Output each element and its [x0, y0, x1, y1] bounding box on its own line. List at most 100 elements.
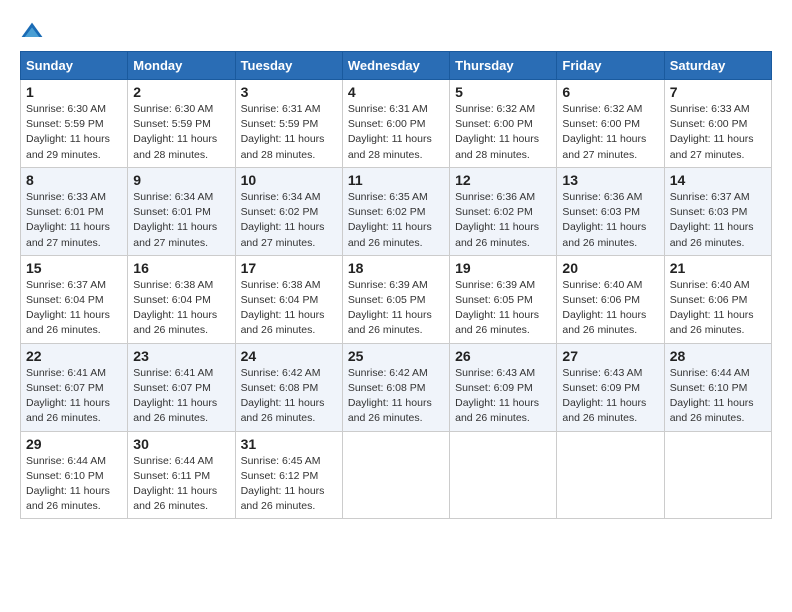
calendar-cell: 22 Sunrise: 6:41 AMSunset: 6:07 PMDaylig… — [21, 343, 128, 431]
calendar-cell: 1 Sunrise: 6:30 AMSunset: 5:59 PMDayligh… — [21, 80, 128, 168]
day-number: 26 — [455, 348, 551, 364]
calendar-cell: 23 Sunrise: 6:41 AMSunset: 6:07 PMDaylig… — [128, 343, 235, 431]
calendar-header-row: SundayMondayTuesdayWednesdayThursdayFrid… — [21, 52, 772, 80]
calendar-table: SundayMondayTuesdayWednesdayThursdayFrid… — [20, 51, 772, 519]
calendar-cell: 9 Sunrise: 6:34 AMSunset: 6:01 PMDayligh… — [128, 167, 235, 255]
day-info: Sunrise: 6:30 AMSunset: 5:59 PMDaylight:… — [26, 103, 110, 161]
calendar-cell: 16 Sunrise: 6:38 AMSunset: 6:04 PMDaylig… — [128, 255, 235, 343]
day-number: 16 — [133, 260, 229, 276]
calendar-cell: 30 Sunrise: 6:44 AMSunset: 6:11 PMDaylig… — [128, 431, 235, 519]
calendar-cell: 29 Sunrise: 6:44 AMSunset: 6:10 PMDaylig… — [21, 431, 128, 519]
day-info: Sunrise: 6:33 AMSunset: 6:01 PMDaylight:… — [26, 191, 110, 249]
day-info: Sunrise: 6:44 AMSunset: 6:11 PMDaylight:… — [133, 455, 217, 513]
calendar-week-row: 22 Sunrise: 6:41 AMSunset: 6:07 PMDaylig… — [21, 343, 772, 431]
calendar-cell: 14 Sunrise: 6:37 AMSunset: 6:03 PMDaylig… — [664, 167, 771, 255]
day-number: 4 — [348, 84, 444, 100]
calendar-cell: 31 Sunrise: 6:45 AMSunset: 6:12 PMDaylig… — [235, 431, 342, 519]
day-info: Sunrise: 6:30 AMSunset: 5:59 PMDaylight:… — [133, 103, 217, 161]
calendar-cell: 4 Sunrise: 6:31 AMSunset: 6:00 PMDayligh… — [342, 80, 449, 168]
day-number: 8 — [26, 172, 122, 188]
day-number: 7 — [670, 84, 766, 100]
calendar-week-row: 29 Sunrise: 6:44 AMSunset: 6:10 PMDaylig… — [21, 431, 772, 519]
day-info: Sunrise: 6:39 AMSunset: 6:05 PMDaylight:… — [348, 279, 432, 337]
day-info: Sunrise: 6:33 AMSunset: 6:00 PMDaylight:… — [670, 103, 754, 161]
calendar-cell: 11 Sunrise: 6:35 AMSunset: 6:02 PMDaylig… — [342, 167, 449, 255]
day-info: Sunrise: 6:36 AMSunset: 6:03 PMDaylight:… — [562, 191, 646, 249]
calendar-week-row: 1 Sunrise: 6:30 AMSunset: 5:59 PMDayligh… — [21, 80, 772, 168]
day-number: 13 — [562, 172, 658, 188]
calendar-cell: 26 Sunrise: 6:43 AMSunset: 6:09 PMDaylig… — [450, 343, 557, 431]
day-info: Sunrise: 6:41 AMSunset: 6:07 PMDaylight:… — [133, 367, 217, 425]
day-number: 12 — [455, 172, 551, 188]
calendar-cell: 2 Sunrise: 6:30 AMSunset: 5:59 PMDayligh… — [128, 80, 235, 168]
day-info: Sunrise: 6:40 AMSunset: 6:06 PMDaylight:… — [562, 279, 646, 337]
day-info: Sunrise: 6:34 AMSunset: 6:02 PMDaylight:… — [241, 191, 325, 249]
calendar-cell — [342, 431, 449, 519]
day-number: 29 — [26, 436, 122, 452]
day-number: 11 — [348, 172, 444, 188]
day-info: Sunrise: 6:32 AMSunset: 6:00 PMDaylight:… — [455, 103, 539, 161]
calendar-cell: 13 Sunrise: 6:36 AMSunset: 6:03 PMDaylig… — [557, 167, 664, 255]
day-number: 24 — [241, 348, 337, 364]
day-info: Sunrise: 6:44 AMSunset: 6:10 PMDaylight:… — [670, 367, 754, 425]
calendar-cell: 8 Sunrise: 6:33 AMSunset: 6:01 PMDayligh… — [21, 167, 128, 255]
calendar-cell: 25 Sunrise: 6:42 AMSunset: 6:08 PMDaylig… — [342, 343, 449, 431]
day-number: 27 — [562, 348, 658, 364]
calendar-cell: 3 Sunrise: 6:31 AMSunset: 5:59 PMDayligh… — [235, 80, 342, 168]
day-number: 21 — [670, 260, 766, 276]
day-number: 31 — [241, 436, 337, 452]
logo — [20, 20, 48, 41]
day-header-sunday: Sunday — [21, 52, 128, 80]
day-number: 1 — [26, 84, 122, 100]
calendar-cell: 5 Sunrise: 6:32 AMSunset: 6:00 PMDayligh… — [450, 80, 557, 168]
day-number: 18 — [348, 260, 444, 276]
day-number: 23 — [133, 348, 229, 364]
calendar-cell: 15 Sunrise: 6:37 AMSunset: 6:04 PMDaylig… — [21, 255, 128, 343]
day-number: 5 — [455, 84, 551, 100]
day-info: Sunrise: 6:42 AMSunset: 6:08 PMDaylight:… — [241, 367, 325, 425]
calendar-cell: 24 Sunrise: 6:42 AMSunset: 6:08 PMDaylig… — [235, 343, 342, 431]
day-number: 17 — [241, 260, 337, 276]
day-info: Sunrise: 6:36 AMSunset: 6:02 PMDaylight:… — [455, 191, 539, 249]
logo-icon — [20, 21, 44, 41]
day-info: Sunrise: 6:43 AMSunset: 6:09 PMDaylight:… — [562, 367, 646, 425]
calendar-cell: 6 Sunrise: 6:32 AMSunset: 6:00 PMDayligh… — [557, 80, 664, 168]
calendar-cell — [557, 431, 664, 519]
day-header-friday: Friday — [557, 52, 664, 80]
calendar-cell: 19 Sunrise: 6:39 AMSunset: 6:05 PMDaylig… — [450, 255, 557, 343]
day-number: 3 — [241, 84, 337, 100]
calendar-cell: 7 Sunrise: 6:33 AMSunset: 6:00 PMDayligh… — [664, 80, 771, 168]
day-number: 22 — [26, 348, 122, 364]
day-header-thursday: Thursday — [450, 52, 557, 80]
day-info: Sunrise: 6:39 AMSunset: 6:05 PMDaylight:… — [455, 279, 539, 337]
day-number: 15 — [26, 260, 122, 276]
day-header-saturday: Saturday — [664, 52, 771, 80]
day-info: Sunrise: 6:43 AMSunset: 6:09 PMDaylight:… — [455, 367, 539, 425]
calendar-cell — [450, 431, 557, 519]
calendar-cell: 27 Sunrise: 6:43 AMSunset: 6:09 PMDaylig… — [557, 343, 664, 431]
day-info: Sunrise: 6:38 AMSunset: 6:04 PMDaylight:… — [133, 279, 217, 337]
day-header-wednesday: Wednesday — [342, 52, 449, 80]
calendar-cell: 17 Sunrise: 6:38 AMSunset: 6:04 PMDaylig… — [235, 255, 342, 343]
day-info: Sunrise: 6:44 AMSunset: 6:10 PMDaylight:… — [26, 455, 110, 513]
day-info: Sunrise: 6:40 AMSunset: 6:06 PMDaylight:… — [670, 279, 754, 337]
day-number: 9 — [133, 172, 229, 188]
calendar-cell: 12 Sunrise: 6:36 AMSunset: 6:02 PMDaylig… — [450, 167, 557, 255]
day-info: Sunrise: 6:42 AMSunset: 6:08 PMDaylight:… — [348, 367, 432, 425]
day-info: Sunrise: 6:37 AMSunset: 6:04 PMDaylight:… — [26, 279, 110, 337]
calendar-cell: 21 Sunrise: 6:40 AMSunset: 6:06 PMDaylig… — [664, 255, 771, 343]
day-number: 25 — [348, 348, 444, 364]
day-info: Sunrise: 6:37 AMSunset: 6:03 PMDaylight:… — [670, 191, 754, 249]
calendar-cell: 10 Sunrise: 6:34 AMSunset: 6:02 PMDaylig… — [235, 167, 342, 255]
day-number: 14 — [670, 172, 766, 188]
day-number: 6 — [562, 84, 658, 100]
calendar-cell: 28 Sunrise: 6:44 AMSunset: 6:10 PMDaylig… — [664, 343, 771, 431]
day-info: Sunrise: 6:31 AMSunset: 5:59 PMDaylight:… — [241, 103, 325, 161]
day-number: 19 — [455, 260, 551, 276]
day-number: 20 — [562, 260, 658, 276]
header — [20, 20, 772, 41]
day-info: Sunrise: 6:34 AMSunset: 6:01 PMDaylight:… — [133, 191, 217, 249]
calendar-week-row: 8 Sunrise: 6:33 AMSunset: 6:01 PMDayligh… — [21, 167, 772, 255]
day-number: 10 — [241, 172, 337, 188]
calendar-week-row: 15 Sunrise: 6:37 AMSunset: 6:04 PMDaylig… — [21, 255, 772, 343]
